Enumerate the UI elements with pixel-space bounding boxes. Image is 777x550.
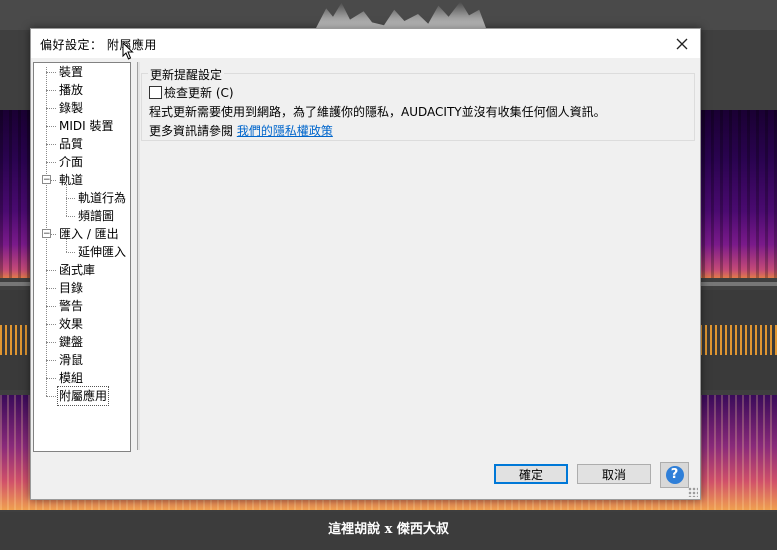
preferences-category-tree[interactable]: 裝置 播放 錄製 MIDI 裝置 品質 介面 − 軌道 軌道行為 頻譜圖 − 匯入 / 匯出 延伸匯入函… bbox=[33, 62, 131, 452]
tree-item-label: 軌道行為 bbox=[78, 191, 127, 205]
tree-item-label: 模組 bbox=[59, 371, 84, 385]
update-settings-title: 更新提醒設定 bbox=[148, 66, 225, 83]
tree-item[interactable]: 滑鼠 bbox=[34, 351, 130, 369]
tree-item-label: 延伸匯入 bbox=[78, 245, 127, 259]
tree-item[interactable]: 效果 bbox=[34, 315, 130, 333]
more-info-prefix: 更多資訊請參閱 bbox=[149, 124, 237, 138]
tree-item-label: 播放 bbox=[59, 83, 84, 97]
tree-item[interactable]: 品質 bbox=[34, 135, 130, 153]
more-info-line: 更多資訊請參閱 我們的隱私權政策 bbox=[149, 122, 333, 139]
tree-connector-dots bbox=[46, 270, 56, 271]
tree-item-label: 警告 bbox=[59, 299, 84, 313]
resize-grip-icon[interactable] bbox=[688, 487, 698, 497]
video-caption: 這裡胡說 x 傑西大叔 bbox=[328, 522, 449, 537]
tree-item[interactable]: 模組 bbox=[34, 369, 130, 387]
tree-item[interactable]: 錄製 bbox=[34, 99, 130, 117]
tree-item-label: 附屬應用 bbox=[56, 386, 110, 406]
tree-connector-dots bbox=[46, 396, 56, 397]
help-button[interactable]: ? bbox=[660, 462, 689, 488]
tree-item-label: 鍵盤 bbox=[59, 335, 84, 349]
tree-connector-dots bbox=[46, 378, 56, 379]
tree-item-label: 軌道 bbox=[59, 173, 84, 187]
panel-splitter[interactable] bbox=[137, 62, 140, 450]
tree-item[interactable]: 警告 bbox=[34, 297, 130, 315]
tree-item[interactable]: − 匯入 / 匯出 bbox=[34, 225, 130, 252]
preferences-dialog: 偏好設定： 附屬應用 裝置 播放 錄製 MIDI 裝置 品質 介面 − 軌道 軌道行為 頻譜圖 − 匯… bbox=[30, 28, 701, 500]
tree-connector-dots bbox=[46, 360, 56, 361]
tree-connector-dots bbox=[46, 288, 56, 289]
mouse-cursor-icon bbox=[122, 42, 134, 60]
tree-item[interactable]: MIDI 裝置 bbox=[34, 117, 130, 135]
tree-connector-dots bbox=[66, 216, 75, 217]
privacy-policy-link[interactable]: 我們的隱私權政策 bbox=[237, 124, 333, 138]
tree-connector-dots bbox=[46, 72, 56, 73]
tree-connector-dots bbox=[46, 108, 56, 109]
tree-item-label: 滑鼠 bbox=[59, 353, 84, 367]
tree-connector-dots bbox=[46, 162, 56, 163]
tree-item-label: 頻譜圖 bbox=[78, 209, 115, 223]
tree-connector-dots bbox=[46, 306, 56, 307]
tree-item[interactable]: 附屬應用 bbox=[34, 386, 130, 406]
tree-subitem[interactable]: 延伸匯入 bbox=[34, 243, 130, 261]
tree-subitem[interactable]: 頻譜圖 bbox=[34, 207, 130, 225]
close-icon bbox=[676, 38, 688, 49]
tree-item-label: 裝置 bbox=[59, 65, 84, 79]
close-button[interactable] bbox=[664, 29, 700, 58]
tree-item[interactable]: 函式庫 bbox=[34, 261, 130, 279]
tree-item[interactable]: 裝置 bbox=[34, 63, 130, 81]
tree-connector-dots bbox=[46, 342, 56, 343]
tree-item[interactable]: 鍵盤 bbox=[34, 333, 130, 351]
tree-item[interactable]: 目錄 bbox=[34, 279, 130, 297]
dialog-title: 偏好設定： 附屬應用 bbox=[40, 38, 157, 52]
tree-item[interactable]: 播放 bbox=[34, 81, 130, 99]
tree-item-label: 品質 bbox=[59, 137, 84, 151]
tree-item-label: 錄製 bbox=[59, 101, 84, 115]
tree-subitem[interactable]: 軌道行為 bbox=[34, 189, 130, 207]
tree-connector-dots bbox=[66, 252, 75, 253]
tree-item-label: 函式庫 bbox=[59, 263, 96, 277]
cancel-button[interactable]: 取消 bbox=[577, 464, 651, 484]
tree-item-label: 效果 bbox=[59, 317, 84, 331]
tree-item-label: 匯入 / 匯出 bbox=[59, 227, 119, 241]
tree-connector-dots bbox=[46, 324, 56, 325]
help-icon: ? bbox=[665, 466, 684, 484]
tree-item-label: MIDI 裝置 bbox=[59, 119, 114, 133]
check-updates-label[interactable]: 檢查更新 (C) bbox=[164, 84, 234, 101]
tree-item[interactable]: − 軌道 bbox=[34, 171, 130, 216]
check-updates-checkbox[interactable] bbox=[149, 86, 162, 99]
tree-item-label: 目錄 bbox=[59, 281, 84, 295]
tree-expander-icon[interactable]: − bbox=[42, 229, 51, 239]
ok-button[interactable]: 確定 bbox=[494, 464, 568, 484]
tree-connector-dots bbox=[46, 126, 56, 127]
tree-connector-dots bbox=[66, 198, 75, 199]
tree-item-label: 介面 bbox=[59, 155, 84, 169]
tree-connector-dots bbox=[46, 90, 56, 91]
tree-item[interactable]: 介面 bbox=[34, 153, 130, 171]
tree-expander-icon[interactable]: − bbox=[42, 175, 51, 185]
tree-connector-dots bbox=[46, 144, 56, 145]
privacy-notice: 程式更新需要使用到網路，為了維護你的隱私，AUDACITY並沒有收集任何個人資訊… bbox=[149, 105, 606, 119]
